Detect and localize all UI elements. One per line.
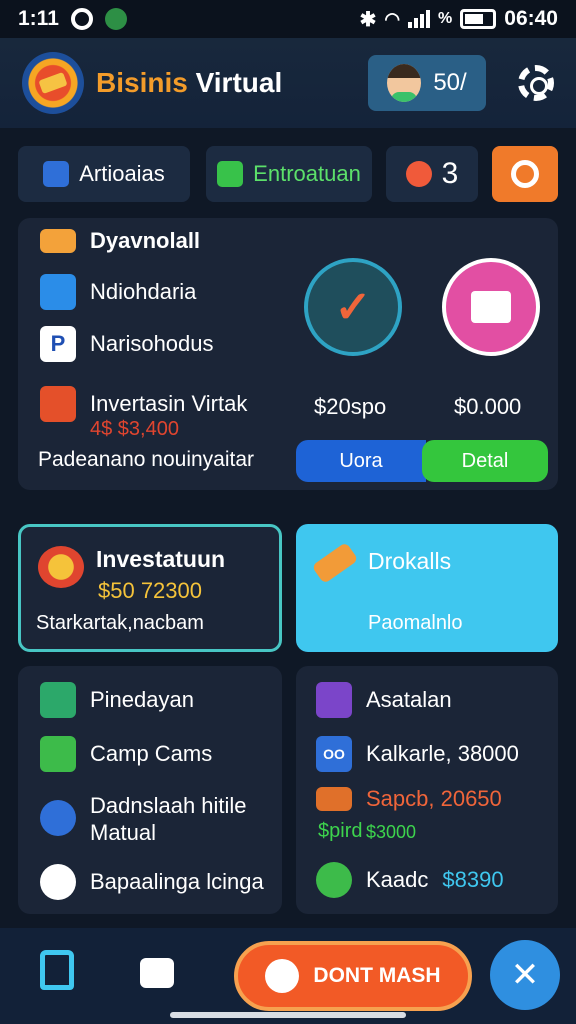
bluetooth-icon: ✱ — [359, 8, 377, 31]
check-circle-button[interactable]: ✓ — [304, 258, 402, 356]
sync-icon — [40, 274, 76, 310]
item-label: Dadnslaah hitile Matual — [90, 793, 247, 845]
list-icon — [40, 736, 76, 772]
settings-gear-icon[interactable] — [518, 65, 554, 101]
document-icon — [471, 291, 511, 323]
envelope-icon — [40, 229, 76, 253]
list-item[interactable]: Ndiohdaria — [40, 274, 196, 310]
card-title: Drokalls — [368, 548, 452, 574]
list-item[interactable]: Camp Cams — [40, 736, 212, 772]
item-subvalue: $pird — [318, 820, 363, 842]
app-header: Bisinis Virtual 50/ — [0, 38, 576, 128]
percent-icon: % — [438, 10, 453, 27]
status-bar: 1:11 ✱ ◠ % 06:40 — [0, 0, 576, 38]
fire-icon — [405, 161, 432, 187]
tab-label: Artioaias — [79, 161, 165, 186]
panel-footer-text: Padeanano nouinyaitar — [38, 448, 255, 471]
dollar-icon — [40, 800, 76, 836]
close-icon: ✕ — [510, 956, 540, 994]
coins-count: 50/ — [433, 69, 467, 96]
check-icon: ✓ — [334, 282, 372, 332]
item-label: Invertasin Virtak — [90, 391, 248, 416]
mail-icon — [217, 161, 244, 187]
home-indicator — [170, 1012, 406, 1018]
cta-label: DONT MASH — [313, 964, 441, 987]
shop-icon — [316, 862, 352, 898]
card-amount: $50 72300 — [98, 578, 202, 603]
ribbon-icon — [511, 160, 539, 188]
list-item[interactable]: Pinedayan — [40, 682, 194, 718]
notifications-tab[interactable]: 3 — [386, 146, 478, 202]
list-item[interactable]: Bapaalinga lcinga — [40, 864, 264, 900]
brand-part-2: Virtual — [195, 67, 283, 98]
status-clock: 06:40 — [504, 7, 558, 30]
list-item[interactable]: Dyavnolall — [40, 228, 200, 254]
tab-entroatuan[interactable]: Entroatuan — [206, 146, 372, 202]
list-item[interactable]: Dadnslaah hitile Matual — [40, 792, 260, 846]
record-icon — [70, 8, 93, 30]
list-item[interactable]: P Narisohodus — [40, 326, 214, 362]
app-title: Bisinis Virtual — [96, 67, 282, 99]
item-label: Pinedayan — [90, 687, 194, 712]
card-caption: Paomalnlo — [368, 612, 463, 634]
home-icon[interactable] — [40, 950, 74, 990]
card-title: Investatuun — [96, 546, 226, 572]
tag-icon — [316, 682, 352, 718]
close-button[interactable]: ✕ — [490, 940, 560, 1010]
uora-button[interactable]: Uora — [296, 440, 426, 482]
tab-artioaias[interactable]: Artioaias — [18, 146, 190, 202]
list-item[interactable]: Sapcb, 20650 — [316, 786, 502, 812]
item-label: Narisohodus — [90, 331, 214, 356]
avatar — [387, 64, 422, 102]
list-item[interactable]: Asatalan — [316, 682, 452, 718]
card-caption: Starkartak,nacbam — [36, 612, 204, 634]
item-label: Kaadc — [366, 867, 429, 892]
profile-coins-button[interactable]: 50/ — [368, 55, 486, 111]
camera-icon[interactable] — [140, 958, 174, 988]
app-notification-icon — [104, 8, 127, 30]
item-label: Dyavnolall — [90, 228, 201, 253]
item-label: Bapaalinga lcinga — [90, 869, 264, 894]
battery-icon — [460, 9, 497, 29]
item-label: Ndiohdaria — [90, 279, 197, 304]
stat-value: $0.000 — [454, 394, 522, 419]
signal-icon — [408, 10, 431, 28]
chat-icon — [40, 864, 76, 900]
list-item[interactable]: OO Kalkarle, 38000 — [316, 736, 519, 772]
coins-icon — [38, 546, 84, 588]
item-value: $8390 — [442, 867, 504, 892]
button-label: Detal — [461, 449, 509, 472]
detal-button[interactable]: Detal — [422, 440, 548, 482]
badge-button[interactable] — [492, 146, 558, 202]
notification-count: 3 — [441, 157, 459, 190]
wifi-icon: ◠ — [384, 8, 401, 29]
item-label: Sapcb, 20650 — [366, 786, 502, 811]
hand-icon — [265, 959, 300, 993]
glasses-icon: OO — [316, 736, 352, 772]
stat-value: $20spo — [314, 394, 387, 419]
list-item[interactable]: Invertasin Virtak — [40, 386, 247, 422]
bag-icon — [43, 161, 70, 187]
item-subvalue: 4$ $3,400 — [90, 418, 179, 440]
item-label: Camp Cams — [90, 741, 213, 766]
dont-mash-button[interactable]: DONT MASH — [234, 941, 472, 1011]
document-circle-button[interactable] — [442, 258, 540, 356]
item-label: Asatalan — [366, 687, 452, 712]
calendar-icon — [40, 682, 76, 718]
brand-part-1: Bisinis — [96, 67, 188, 98]
rocket-icon — [316, 787, 352, 811]
button-label: Uora — [339, 449, 383, 472]
ticket-icon — [40, 386, 76, 422]
paypal-icon: P — [40, 326, 76, 362]
item-label: Kalkarle, 38000 — [366, 741, 519, 766]
app-logo — [22, 52, 84, 114]
tab-label: Entroatuan — [253, 161, 361, 186]
status-time: 1:11 — [18, 7, 59, 30]
list-item[interactable]: Kaadc $8390 — [316, 862, 504, 898]
item-subvalue: $3000 — [366, 822, 417, 842]
